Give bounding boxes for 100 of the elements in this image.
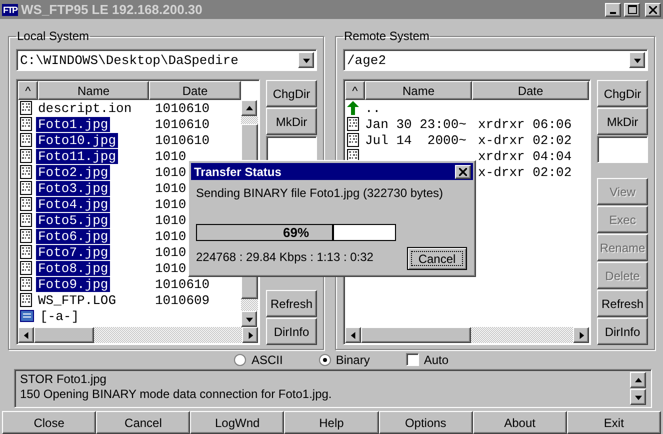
file-date: 1010 bbox=[155, 148, 186, 164]
toolbar-button[interactable]: Close bbox=[2, 411, 96, 434]
file-name[interactable]: Foto10.jpg bbox=[36, 132, 118, 148]
file-name[interactable]: Foto6.jpg bbox=[36, 228, 110, 244]
column-header[interactable]: Name bbox=[365, 81, 472, 100]
file-date: x-drxr 02:02 bbox=[478, 164, 572, 180]
drive-icon bbox=[20, 310, 34, 322]
progress-percent: 69% bbox=[282, 225, 310, 240]
file-name[interactable]: Foto8.jpg bbox=[36, 260, 110, 276]
file-name[interactable]: Foto1.jpg bbox=[36, 116, 110, 132]
radio-button[interactable] bbox=[318, 354, 331, 366]
file-icon bbox=[20, 181, 32, 195]
input-field[interactable] bbox=[597, 136, 648, 163]
transfer-message: Sending BINARY file Foto1.jpg (322730 bytes) bbox=[196, 186, 444, 200]
file-icon bbox=[20, 213, 32, 227]
file-name[interactable]: Foto7.jpg bbox=[36, 244, 110, 260]
toolbar-button[interactable]: Options bbox=[378, 411, 473, 434]
checkbox[interactable] bbox=[406, 353, 419, 366]
file-icon bbox=[20, 117, 32, 131]
toolbar-button[interactable]: About bbox=[472, 411, 567, 434]
file-icon bbox=[20, 197, 32, 211]
scroll-right-button[interactable] bbox=[573, 327, 589, 344]
file-date: 1010609 bbox=[155, 292, 210, 308]
minimize-button[interactable] bbox=[605, 2, 621, 16]
dropdown-button[interactable] bbox=[298, 52, 314, 68]
path-dropdown[interactable]: C:\WINDOWS\Desktop\DaSpedire bbox=[16, 49, 317, 71]
dropdown-button[interactable] bbox=[629, 52, 645, 68]
file-date: 1010 bbox=[155, 164, 186, 180]
file-name[interactable]: Foto11.jpg bbox=[36, 148, 118, 164]
radio-option[interactable]: Binary bbox=[318, 352, 370, 367]
scroll-left-button[interactable] bbox=[345, 327, 361, 344]
scroll-up-button[interactable] bbox=[630, 372, 646, 388]
close-button[interactable] bbox=[645, 2, 661, 16]
side-button[interactable]: DirInfo bbox=[597, 318, 648, 346]
radio-option[interactable]: ASCII bbox=[234, 352, 283, 367]
close-icon bbox=[459, 168, 467, 176]
file-name[interactable]: Foto4.jpg bbox=[36, 196, 110, 212]
side-button[interactable]: ChgDir bbox=[266, 80, 317, 107]
file-date: 1010 bbox=[155, 196, 186, 212]
file-date: xrdrxr 04:04 bbox=[478, 148, 572, 164]
triangle-icon bbox=[578, 332, 584, 339]
app-logo: FTP bbox=[2, 4, 18, 16]
scroll-down-button[interactable] bbox=[241, 311, 257, 328]
file-icon bbox=[347, 133, 359, 147]
file-name[interactable]: Foto3.jpg bbox=[36, 180, 110, 196]
file-icon bbox=[20, 149, 32, 163]
toolbar-button[interactable]: Cancel bbox=[96, 411, 190, 434]
scroll-down-button[interactable] bbox=[630, 389, 646, 406]
column-header[interactable]: ^ bbox=[18, 81, 38, 100]
scrollbar-thumb[interactable] bbox=[361, 327, 471, 344]
column-header[interactable]: Date bbox=[472, 81, 589, 100]
side-button[interactable]: Refresh bbox=[597, 290, 648, 318]
scroll-right-button[interactable] bbox=[242, 327, 258, 344]
file-name[interactable]: descript.ion bbox=[36, 100, 134, 116]
file-icon bbox=[20, 277, 32, 291]
side-button[interactable]: Refresh bbox=[266, 290, 317, 318]
file-name[interactable]: [-a-] bbox=[38, 308, 82, 324]
path-dropdown[interactable]: /age2 bbox=[343, 49, 648, 71]
close-button[interactable] bbox=[455, 164, 471, 178]
toolbar-button[interactable]: Exit bbox=[566, 411, 661, 434]
side-button[interactable]: MkDir bbox=[266, 108, 317, 135]
file-date: xrdrxr 06:06 bbox=[478, 116, 572, 132]
file-name[interactable]: Foto2.jpg bbox=[36, 164, 110, 180]
arrow-up-icon bbox=[347, 101, 359, 115]
side-button[interactable]: ChgDir bbox=[597, 80, 648, 107]
file-name[interactable]: Jul 14 2000~ bbox=[363, 132, 468, 148]
file-date: 1010 bbox=[155, 180, 186, 196]
radio-button[interactable] bbox=[234, 354, 246, 366]
column-header[interactable]: Name bbox=[38, 81, 149, 100]
file-name[interactable]: Foto5.jpg bbox=[36, 212, 110, 228]
transfer-stats: 224768 : 29.84 Kbps : 1:13 : 0:32 bbox=[196, 250, 374, 264]
triangle-icon bbox=[246, 316, 252, 323]
scroll-left-button[interactable] bbox=[18, 327, 34, 344]
toolbar-button[interactable]: LogWnd bbox=[190, 411, 284, 434]
file-date: 1010610 bbox=[155, 116, 210, 132]
file-date: 1010610 bbox=[155, 276, 210, 292]
maximize-button[interactable] bbox=[624, 2, 640, 16]
scrollbar-thumb[interactable] bbox=[34, 327, 94, 344]
triangle-icon bbox=[302, 56, 310, 64]
file-icon bbox=[20, 165, 32, 179]
checkbox-option[interactable]: Auto bbox=[406, 352, 449, 367]
file-icon bbox=[20, 101, 32, 115]
file-name[interactable]: Jan 30 23:00~ bbox=[363, 116, 468, 132]
file-name[interactable]: WS_FTP.LOG bbox=[36, 292, 118, 308]
log-line: STOR Foto1.jpg bbox=[20, 372, 108, 386]
column-header[interactable]: ^ bbox=[345, 81, 365, 100]
scroll-up-button[interactable] bbox=[241, 100, 257, 116]
file-name[interactable]: Foto9.jpg bbox=[36, 276, 110, 292]
triangle-icon bbox=[350, 332, 356, 339]
maximize-icon bbox=[628, 5, 636, 14]
file-icon bbox=[347, 117, 359, 131]
close-icon bbox=[649, 6, 657, 14]
file-date: 1010 bbox=[155, 212, 186, 228]
file-name[interactable]: .. bbox=[363, 100, 383, 116]
column-header[interactable]: Date bbox=[149, 81, 241, 100]
cancel-button[interactable]: Cancel bbox=[407, 247, 467, 270]
toolbar-button[interactable]: Help bbox=[284, 411, 379, 434]
side-button[interactable]: MkDir bbox=[597, 108, 648, 135]
triangle-icon bbox=[246, 104, 252, 112]
side-button[interactable]: DirInfo bbox=[266, 318, 317, 346]
